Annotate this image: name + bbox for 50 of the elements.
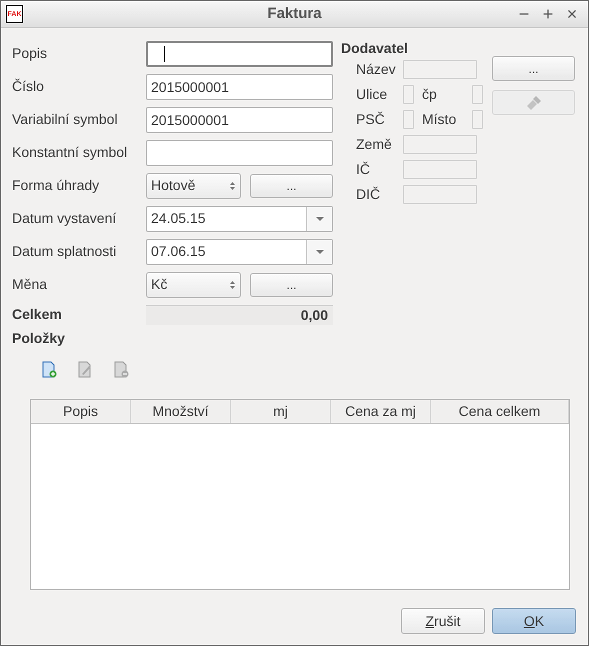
spin-arrows-icon xyxy=(229,278,236,290)
cancel-button[interactable]: Zrušit xyxy=(401,608,485,634)
field-label: Variabilní symbol xyxy=(12,110,119,129)
column-header[interactable]: Popis xyxy=(31,400,131,423)
field-label: Datum vystavení xyxy=(12,209,118,228)
field-label: Datum splatnosti xyxy=(12,242,118,261)
field-label: Forma úhrady xyxy=(12,176,100,195)
maximize-button[interactable]: + xyxy=(539,5,557,23)
total-display: 0,00 xyxy=(146,304,333,324)
field-label: čp xyxy=(422,85,438,104)
add-document-icon[interactable] xyxy=(41,361,57,379)
field-label: Celkem xyxy=(12,305,63,324)
field-label: PSČ xyxy=(356,110,386,129)
input-field xyxy=(403,110,414,129)
spin-combo[interactable]: Hotově xyxy=(146,172,241,198)
field-label: Místo xyxy=(422,110,458,129)
spin-arrows-icon xyxy=(229,180,236,192)
column-header[interactable]: Množství xyxy=(131,400,231,423)
field-label: Měna xyxy=(12,275,48,294)
text-field[interactable] xyxy=(146,140,333,166)
field-label: Země xyxy=(356,135,393,154)
ok-button[interactable]: OK xyxy=(492,608,576,634)
input-field xyxy=(472,110,483,129)
section-title: Dodavatel xyxy=(341,39,409,57)
field-label: Konstantní symbol xyxy=(12,143,128,162)
browse-button[interactable]: ... xyxy=(492,56,575,81)
spin-combo[interactable]: Kč xyxy=(146,272,241,298)
field-label: IČ xyxy=(356,160,371,179)
browse-button[interactable]: ... xyxy=(250,272,333,296)
field-label: Název xyxy=(356,60,397,79)
input-field xyxy=(472,85,483,104)
minimize-button[interactable]: − xyxy=(515,5,533,23)
window-title: Faktura xyxy=(267,4,322,24)
field-label: Číslo xyxy=(12,77,45,96)
text-field[interactable]: 2015000001 xyxy=(146,106,333,132)
text-field[interactable] xyxy=(146,40,333,66)
column-header[interactable]: mj xyxy=(231,400,331,423)
field-label: Popis xyxy=(12,44,48,63)
column-header[interactable]: Cena celkem xyxy=(431,400,569,423)
column-header[interactable]: Cena za mj xyxy=(331,400,431,423)
date-field[interactable]: 24.05.15 xyxy=(146,206,333,232)
input-field xyxy=(403,85,414,104)
date-field[interactable]: 07.06.15 xyxy=(146,238,333,264)
browse-button[interactable]: ... xyxy=(250,174,333,198)
brush-icon xyxy=(524,94,542,112)
close-button[interactable]: × xyxy=(563,5,581,23)
field-label: Ulice xyxy=(356,85,388,104)
section-title: Položky xyxy=(12,329,66,348)
field-label: DIČ xyxy=(356,185,382,204)
text-field[interactable]: 2015000001 xyxy=(146,74,333,100)
